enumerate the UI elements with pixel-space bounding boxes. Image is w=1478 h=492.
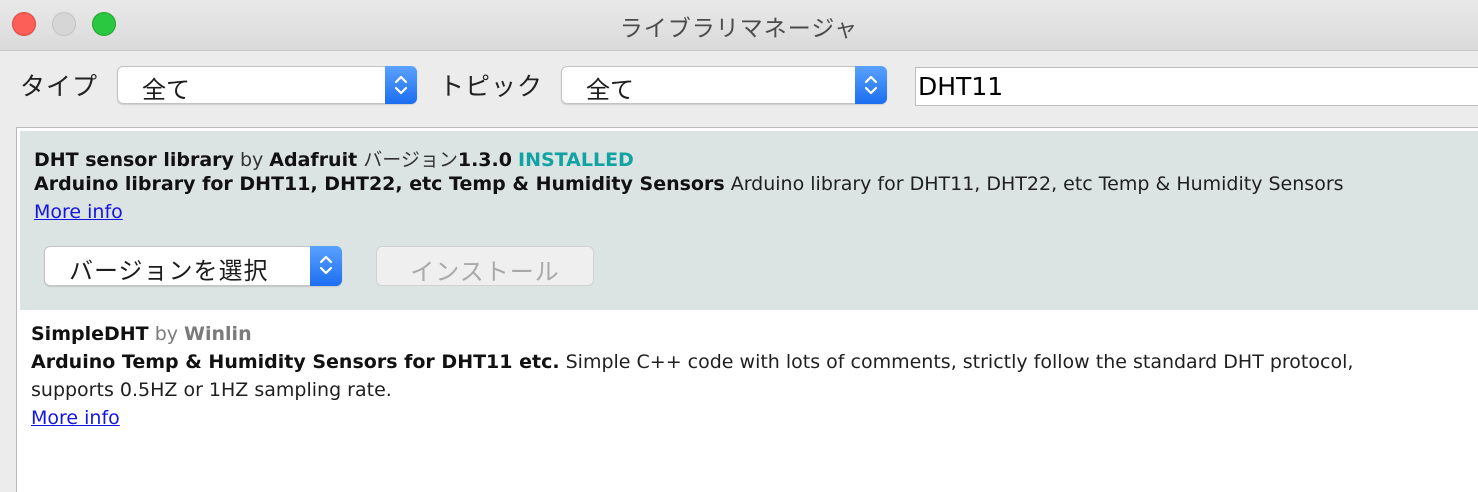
library-version-prefix: バージョン <box>363 149 458 171</box>
library-name: DHT sensor library <box>34 149 234 171</box>
type-label: タイプ <box>20 72 99 101</box>
type-select-stepper[interactable] <box>385 66 417 104</box>
library-paragraph: Simple C++ code with lots of comments, s… <box>565 351 1354 373</box>
library-manager-window: ライブラリマネージャ タイプ 全て トピック 全て DHT11 DHT sens <box>0 0 1478 492</box>
topic-select-value: 全て <box>586 76 634 104</box>
library-author: Winlin <box>184 323 252 345</box>
version-select-stepper[interactable] <box>310 246 342 286</box>
version-select[interactable]: バージョンを選択 <box>44 246 342 286</box>
more-info-link[interactable]: More info <box>34 201 123 223</box>
library-sentence: Arduino library for DHT11, DHT22, etc Te… <box>34 173 725 195</box>
library-entry-dht-sensor-library[interactable]: DHT sensor library by Adafruit バージョン1.3.… <box>20 131 1478 310</box>
install-button[interactable]: インストール <box>376 246 594 286</box>
library-header: DHT sensor library by Adafruit バージョン1.3.… <box>34 145 634 172</box>
library-version: 1.3.0 <box>457 149 512 171</box>
title-bar[interactable]: ライブラリマネージャ <box>0 0 1478 51</box>
type-select[interactable]: 全て <box>117 66 417 104</box>
search-input-value: DHT11 <box>918 72 1004 101</box>
chevron-up-down-icon <box>319 255 333 275</box>
library-list[interactable]: DHT sensor library by Adafruit バージョン1.3.… <box>16 127 1478 492</box>
library-by: by <box>239 149 264 171</box>
library-author: Adafruit <box>269 149 358 171</box>
library-description: Arduino library for DHT11, DHT22, etc Te… <box>34 173 1344 195</box>
version-select-value: バージョンを選択 <box>69 257 269 285</box>
library-paragraph: Arduino library for DHT11, DHT22, etc Te… <box>730 173 1344 195</box>
library-by: by <box>154 323 178 345</box>
search-input[interactable]: DHT11 <box>915 67 1478 106</box>
chevron-up-down-icon <box>864 75 878 95</box>
chevron-up-down-icon <box>394 75 408 95</box>
installed-badge: INSTALLED <box>518 149 634 171</box>
library-description: Arduino Temp & Humidity Sensors for DHT1… <box>31 351 1353 373</box>
library-header: SimpleDHT by Winlin <box>31 323 252 345</box>
more-info-link[interactable]: More info <box>31 407 120 429</box>
topic-label: トピック <box>439 72 544 101</box>
topic-select[interactable]: 全て <box>561 66 887 104</box>
library-sentence: Arduino Temp & Humidity Sensors for DHT1… <box>31 351 560 373</box>
library-name: SimpleDHT <box>31 323 149 345</box>
type-select-value: 全て <box>142 76 190 104</box>
install-button-label: インストール <box>410 258 560 286</box>
topic-select-stepper[interactable] <box>855 66 887 104</box>
library-description-continued: supports 0.5HZ or 1HZ sampling rate. <box>31 379 392 401</box>
window-title: ライブラリマネージャ <box>619 16 859 42</box>
